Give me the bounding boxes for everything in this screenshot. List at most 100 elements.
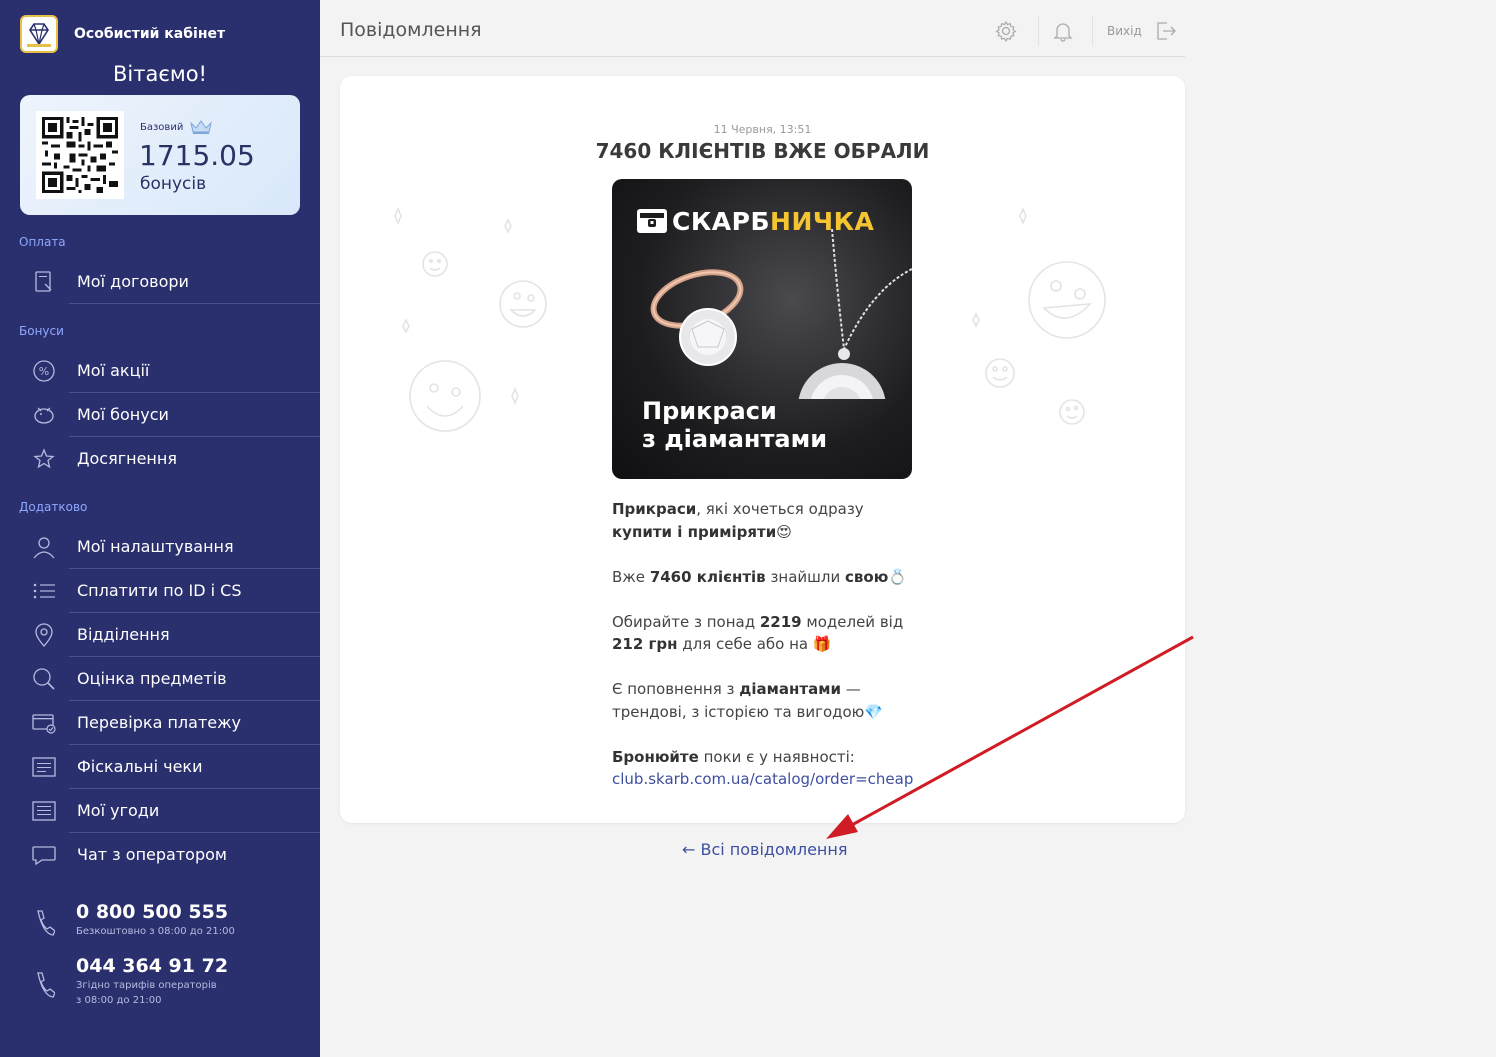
phone-icon [37, 910, 55, 936]
banner-caption-line1: Прикраси [642, 397, 777, 425]
header-divider [1092, 16, 1093, 46]
sidebar-item-label: Перевірка платежу [77, 713, 241, 732]
sidebar-item-achievements[interactable]: Досягнення [0, 437, 320, 481]
bold-text: свою [845, 567, 889, 586]
sidebar-item-bonuses[interactable]: Мої бонуси [0, 393, 320, 437]
brand-title: Особистий кабінет [74, 26, 226, 42]
all-messages-link[interactable]: ← Всі повідомлення [682, 840, 847, 859]
promo-banner-image[interactable]: СКАРБНИЧКА Прикраси з діамантами [612, 179, 912, 479]
sidebar-item-label: Чат з оператором [77, 845, 227, 864]
gear-icon [995, 20, 1017, 42]
phone-note: з 08:00 до 21:00 [76, 995, 162, 1006]
smiley-doodles-right [972, 206, 1106, 425]
brand[interactable]: Особистий кабінет [20, 15, 225, 53]
sidebar-item-receipts[interactable]: Фіскальні чеки [0, 745, 320, 789]
diamond-icon [27, 23, 51, 47]
bonus-amount: 1715.05 [139, 139, 255, 172]
text: , які хочеться одразу [696, 500, 864, 518]
section-extra: Додатково [19, 500, 88, 514]
bell-icon [1053, 23, 1073, 42]
text: трендові, з історією та вигодою [612, 702, 865, 721]
message-paragraph: Вже 7460 клієнтів знайшли свою💍 [612, 566, 932, 589]
smiley-doodles-left [394, 206, 547, 432]
contract-icon [35, 271, 52, 292]
crown-icon [190, 120, 213, 134]
sidebar-item-agreements[interactable]: Мої угоди [0, 789, 320, 833]
logout-icon [1157, 22, 1176, 40]
bold-text: Бронюйте [612, 747, 699, 766]
brand-logo [20, 15, 58, 53]
header-divider [1038, 16, 1039, 46]
sidebar-item-label: Мої угоди [77, 801, 160, 820]
bonus-unit: бонусів [140, 174, 207, 194]
phone-contact-2[interactable]: 044 364 91 72 Згідно тарифів операторів … [0, 952, 320, 1012]
svg-text:%: % [39, 365, 49, 378]
text: знайшли [765, 567, 846, 586]
catalog-link[interactable]: club.skarb.com.ua/catalog/order=cheap [612, 770, 913, 788]
bold-text: 2219 [759, 612, 802, 631]
message-body: Прикраси, які хочеться одразу купити і п… [612, 498, 932, 813]
sidebar-item-label: Сплатити по ID і CS [77, 581, 242, 600]
phone-icon [37, 972, 55, 998]
bonus-card[interactable]: Базовий 1715.05 бонусів [20, 95, 300, 215]
list-icon [33, 583, 55, 599]
user-icon [33, 537, 55, 559]
map-pin-icon [35, 623, 53, 647]
bold-text: 212 грн [612, 635, 678, 653]
piggy-bank-icon [34, 407, 54, 424]
star-laurel-icon [33, 448, 55, 469]
receipt-icon [32, 757, 56, 777]
sidebar-item-appraisal[interactable]: Оцінка предметів [0, 657, 320, 701]
emoji-gift-icon: 🎁 [812, 635, 832, 653]
sidebar-item-pay-by-id[interactable]: Сплатити по ID і CS [0, 569, 320, 613]
sidebar-item-payment-check[interactable]: Перевірка платежу [0, 701, 320, 745]
phone-number: 044 364 91 72 [76, 955, 229, 977]
bold-text: діамантами [739, 680, 841, 698]
logout-button[interactable] [1152, 18, 1178, 44]
sidebar-item-label: Мої акції [77, 361, 150, 380]
text: поки є у наявності: [698, 747, 855, 766]
top-header: Повідомлення Вихід [320, 0, 1185, 57]
sidebar-item-chat[interactable]: Чат з оператором [0, 833, 320, 877]
sidebar-item-label: Фіскальні чеки [77, 757, 203, 776]
sidebar-item-label: Досягнення [77, 449, 177, 468]
phone-number: 0 800 500 555 [76, 901, 229, 923]
sidebar-item-promos[interactable]: % Мої акції [0, 349, 320, 393]
page-title: Повідомлення [340, 19, 482, 41]
logout-label[interactable]: Вихід [1107, 24, 1142, 38]
sidebar-item-settings[interactable]: Мої налаштування [0, 525, 320, 569]
qr-code-icon [42, 117, 118, 193]
emoji-ring-icon: 💍 [888, 567, 907, 586]
sidebar-item-label: Мої бонуси [77, 405, 169, 424]
text: — [840, 680, 861, 698]
message-paragraph: Обирайте з понад 2219 моделей від 212 гр… [612, 611, 932, 656]
bold-text: купити і приміряти [612, 522, 777, 541]
emoji-heart-eyes-icon: 😍 [776, 522, 792, 541]
settings-button[interactable] [993, 18, 1019, 44]
notifications-button[interactable] [1050, 18, 1076, 44]
qr-code [36, 111, 124, 199]
emoji-gem-icon: 💎 [864, 702, 883, 721]
phone-note: Безкоштовно з 08:00 до 21:00 [76, 926, 235, 937]
phone-contact-1[interactable]: 0 800 500 555 Безкоштовно з 08:00 до 21:… [0, 898, 320, 948]
banner-caption-line2: з діамантами [642, 425, 828, 453]
bold-text: 7460 клієнтів [649, 567, 766, 586]
sidebar-item-contracts[interactable]: Мої договори [0, 260, 320, 304]
text: Вже [612, 567, 650, 586]
bold-text: Прикраси [612, 500, 697, 518]
message-paragraph: Бронюйте поки є у наявності: club.skarb.… [612, 746, 932, 791]
payment-check-icon [32, 714, 56, 734]
sidebar-item-branches[interactable]: Відділення [0, 613, 320, 657]
phone-note: Згідно тарифів операторів [76, 980, 217, 991]
text: Обирайте з понад [612, 612, 760, 631]
divider [69, 303, 320, 304]
jewelry-illustration [650, 229, 912, 399]
loyalty-level-label: Базовий [140, 121, 184, 133]
document-icon [32, 801, 56, 821]
text: для себе або на [677, 635, 813, 653]
chat-bubble-icon [32, 846, 56, 866]
sidebar-item-label: Відділення [77, 625, 170, 644]
sidebar-item-label: Оцінка предметів [77, 669, 227, 688]
text: моделей від [801, 612, 904, 631]
message-paragraph: Є поповнення з діамантами — трендові, з … [612, 678, 932, 723]
